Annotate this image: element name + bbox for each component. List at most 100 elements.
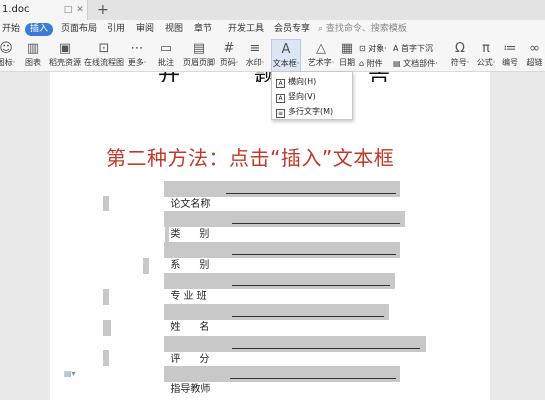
textbox-button[interactable]: A 文本框· [271, 39, 301, 72]
comment-icon: ▭ [159, 41, 173, 56]
multiline-textbox-icon: ≡ [276, 109, 285, 118]
menu-page-layout[interactable]: 页面布局 [61, 23, 97, 36]
field-underline [230, 378, 396, 379]
field-underline [232, 254, 396, 255]
flowchart-button[interactable]: ⊡ 在线流程图 [84, 39, 124, 72]
dropcap-button[interactable]: A 首字下沉 [393, 43, 433, 54]
link-label: 超链 [526, 58, 543, 67]
selection-marker [165, 226, 169, 244]
field-label: 姓 名 [170, 322, 210, 333]
textbox-dropdown: A 横向(H) A 竖向(V) ≡ 多行文字(M) [271, 71, 353, 120]
field-name[interactable]: 姓 名 [164, 304, 389, 333]
dd-multiline-label: 多行文字(M) [288, 107, 334, 116]
resource-icon: ▣ [58, 41, 72, 56]
more-button[interactable]: ⋯ 更多· [126, 39, 148, 72]
docpart-button[interactable]: ▤ 文档部件· [393, 58, 438, 69]
field-label: 系 别 [170, 260, 210, 271]
comment-label: 批注 [158, 58, 174, 67]
field-label: 指导教师 [170, 384, 211, 395]
page-number-button[interactable]: # 页码· [218, 39, 240, 72]
menu-section[interactable]: 章节 [194, 23, 212, 36]
numbering-label: 编号 [502, 58, 518, 67]
resource-button[interactable]: ▣ 稻壳资源 [48, 39, 82, 72]
comment-button[interactable]: ▭ 批注 [156, 39, 176, 72]
chart-label: 图表 [25, 58, 41, 67]
watermark-button[interactable]: ≡ 水印· [243, 39, 267, 72]
chart-button[interactable]: ▥ 图表 [22, 39, 44, 72]
dd-vertical[interactable]: A 竖向(V) [276, 90, 316, 103]
menu-bar: 开始 插入 页面布局 引用 审阅 视图 章节 开发工具 会员专享 ⌕ 查找命令、… [0, 20, 545, 39]
paste-options-icon[interactable]: ▤▾ [64, 369, 76, 378]
field-advisor[interactable]: 指导教师 [164, 366, 400, 395]
header-footer-icon: ▤ [192, 41, 206, 56]
ribbon: ☺ 图标· ▥ 图表 ▣ 稻壳资源 ⊡ 在线流程图 ⋯ 更多· ▭ 批注 ▤ 页… [0, 39, 545, 72]
link-button[interactable]: ∞ 超链 [524, 39, 545, 72]
selection-marker [103, 289, 109, 305]
field-label: 论文名称 [170, 199, 211, 210]
menu-member[interactable]: 会员专享 [274, 23, 310, 36]
page-number-icon: # [223, 41, 235, 56]
field-label: 评 分 [170, 354, 210, 365]
pin-icon[interactable]: □ [62, 4, 74, 16]
title-char-1: 开 [158, 72, 180, 82]
date-button[interactable]: ▦ 日期 [338, 39, 356, 72]
field-score[interactable]: 评 分 [164, 336, 426, 365]
wordart-label: 艺术字· [307, 58, 335, 67]
document-tab[interactable]: 1.doc □ ✕ [0, 0, 88, 20]
menu-home[interactable]: 开始 [2, 23, 20, 36]
attachment-button[interactable]: ⌂ 附件 [359, 58, 383, 69]
menu-insert[interactable]: 插入 [25, 23, 54, 36]
field-category[interactable]: 类 别 [164, 211, 405, 240]
header-footer-label: 页眉页脚 [183, 58, 215, 67]
menu-developer[interactable]: 开发工具 [228, 23, 264, 36]
wordart-button[interactable]: △ 艺术字· [306, 39, 336, 72]
numbering-button[interactable]: ≔ 编号 [500, 39, 520, 72]
object-icon: ⊡ [359, 44, 366, 53]
command-search[interactable]: ⌕ 查找命令、搜索模板 [318, 23, 407, 36]
icons-button[interactable]: ☺ 图标· [0, 39, 18, 72]
close-tab-icon[interactable]: ✕ [74, 4, 86, 16]
object-label: 对象· [368, 44, 387, 53]
vertical-textbox-icon: A [276, 94, 285, 103]
textbox-label: 文本框· [272, 59, 300, 68]
menu-references[interactable]: 引用 [107, 23, 125, 36]
watermark-icon: ≡ [249, 41, 261, 56]
symbol-button[interactable]: Ω 符号· [449, 39, 471, 72]
formula-icon: π [482, 41, 490, 56]
date-label: 日期 [339, 58, 355, 67]
docpart-icon: ▤ [393, 59, 401, 68]
field-thesis-title[interactable]: 论文名称 [164, 181, 400, 210]
chart-icon: ▥ [26, 41, 40, 56]
more-label: 更多· [127, 58, 147, 67]
menu-view[interactable]: 视图 [165, 23, 183, 36]
selection-marker [103, 196, 109, 211]
numbering-icon: ≔ [503, 41, 517, 56]
link-icon: ∞ [529, 41, 540, 56]
title-char-3: 告 [368, 72, 390, 82]
field-class[interactable]: 专 业 班 [164, 273, 395, 302]
dd-vertical-label: 竖向(V) [288, 92, 316, 101]
field-label: 类 别 [170, 229, 210, 240]
dd-horizontal[interactable]: A 横向(H) [276, 75, 316, 88]
field-underline [232, 348, 420, 349]
dd-multiline[interactable]: ≡ 多行文字(M) [276, 105, 333, 118]
resource-label: 稻壳资源 [49, 58, 81, 67]
horizontal-textbox-icon: A [276, 79, 285, 88]
header-footer-button[interactable]: ▤ 页眉页脚 [181, 39, 217, 72]
field-underline [226, 193, 396, 194]
field-label: 专 业 班 [170, 291, 207, 302]
textbox-icon: A [281, 42, 291, 57]
flowchart-label: 在线流程图 [84, 58, 124, 67]
docpart-label: 文档部件· [403, 59, 438, 68]
field-department[interactable]: 系 别 [164, 242, 400, 271]
icons-icon: ☺ [0, 41, 13, 56]
new-tab-button[interactable]: + [97, 1, 109, 19]
formula-button[interactable]: π 公式· [474, 39, 498, 72]
menu-review[interactable]: 审阅 [136, 23, 154, 36]
selection-marker [143, 258, 149, 274]
object-button[interactable]: ⊡ 对象· [359, 43, 387, 54]
dropcap-label: 首字下沉 [401, 44, 434, 53]
section-heading: 第二种方法：点击“插入”文本框 [106, 146, 395, 170]
formula-label: 公式· [476, 58, 496, 67]
title-bar: 1.doc □ ✕ + [0, 0, 545, 20]
